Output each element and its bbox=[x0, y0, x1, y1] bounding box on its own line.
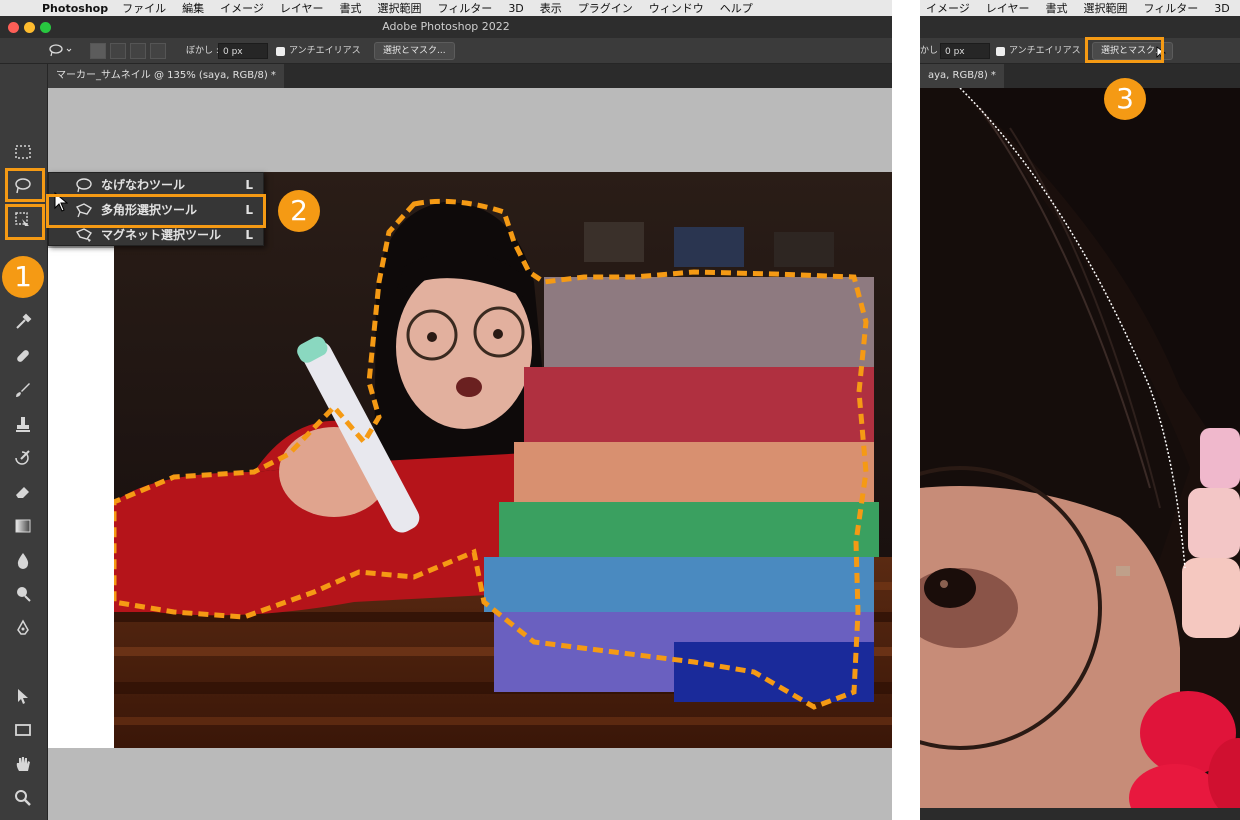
feather-input[interactable]: 0 px bbox=[218, 43, 268, 59]
dodge-tool-icon[interactable] bbox=[12, 584, 34, 606]
mac-menubar-right: イメージ レイヤー 書式 選択範囲 フィルター 3D 表示 bbox=[920, 0, 1240, 16]
menu-layer[interactable]: レイヤー bbox=[280, 0, 324, 16]
history-brush-tool-icon[interactable] bbox=[12, 448, 34, 470]
type-tool-icon[interactable] bbox=[12, 652, 34, 674]
zoom-window-button[interactable] bbox=[40, 22, 51, 33]
highlight-select-and-mask bbox=[1085, 37, 1164, 63]
zoomed-face-image bbox=[920, 88, 1240, 808]
menu-file[interactable]: ファイル bbox=[122, 0, 166, 16]
feather-input[interactable]: 0 px bbox=[940, 43, 990, 59]
eraser-tool-icon[interactable] bbox=[12, 482, 34, 504]
minimize-window-button[interactable] bbox=[24, 22, 35, 33]
menu-3d[interactable]: 3D bbox=[1214, 2, 1229, 15]
menu-window[interactable]: ウィンドウ bbox=[649, 0, 704, 16]
lasso-icon bbox=[49, 44, 72, 57]
document-white-margin bbox=[48, 248, 114, 748]
antialias-label: アンチエイリアス bbox=[1009, 46, 1081, 56]
new-selection-icon[interactable] bbox=[90, 43, 106, 59]
menu-select[interactable]: 選択範囲 bbox=[378, 0, 422, 16]
menu-filter[interactable]: フィルター bbox=[1143, 0, 1198, 16]
photoshop-window-left: Photoshop ファイル 編集 イメージ レイヤー 書式 選択範囲 フィルタ… bbox=[0, 0, 892, 820]
lasso-icon bbox=[76, 178, 92, 193]
antialias-label: アンチエイリアス bbox=[289, 46, 361, 56]
highlight-lasso-group-tool bbox=[5, 204, 45, 240]
antialias-checkbox[interactable] bbox=[276, 47, 285, 56]
menu-plugins[interactable]: プラグイン bbox=[578, 0, 633, 16]
menu-edit[interactable]: 編集 bbox=[182, 0, 204, 16]
app-menu[interactable]: Photoshop bbox=[42, 2, 108, 15]
menu-filter[interactable]: フィルター bbox=[438, 0, 493, 16]
document-tab[interactable]: マーカー_サムネイル @ 135% (saya, RGB/8) * bbox=[48, 64, 284, 88]
step-badge-1: 1 bbox=[2, 256, 44, 298]
menu-help[interactable]: ヘルプ bbox=[720, 0, 753, 16]
menu-3d[interactable]: 3D bbox=[508, 2, 523, 15]
antialias-checkbox[interactable] bbox=[996, 47, 1005, 56]
menu-type[interactable]: 書式 bbox=[1045, 0, 1067, 16]
subtract-from-selection-icon[interactable] bbox=[130, 43, 146, 59]
menu-type[interactable]: 書式 bbox=[340, 0, 362, 16]
pen-tool-icon[interactable] bbox=[12, 618, 34, 640]
document-tabbar: マーカー_サムネイル @ 135% (saya, RGB/8) * bbox=[0, 64, 892, 88]
highlight-polygonal-lasso-item bbox=[46, 194, 266, 228]
feather-label: ぼかし : bbox=[186, 46, 219, 56]
blur-tool-icon[interactable] bbox=[12, 550, 34, 572]
window-titlebar: Adobe Photoshop 2022 bbox=[0, 16, 892, 38]
rectangle-tool-icon[interactable] bbox=[12, 720, 34, 742]
home-icon[interactable] bbox=[14, 43, 30, 59]
menu-image[interactable]: イメージ bbox=[220, 0, 264, 16]
photoshop-window-right: イメージ レイヤー 書式 選択範囲 フィルター 3D 表示 かし : 0 px … bbox=[920, 0, 1240, 820]
clone-stamp-tool-icon[interactable] bbox=[12, 414, 34, 436]
step-badge-3: 3 bbox=[1104, 78, 1146, 120]
document-photo[interactable] bbox=[114, 172, 892, 748]
options-bar-right: かし : 0 px アンチエイリアス 選択とマスク... bbox=[920, 38, 1240, 64]
options-bar: ぼかし : 0 px アンチエイリアス 選択とマスク... bbox=[0, 38, 892, 64]
document-tabbar-right: aya, RGB/8) * bbox=[920, 64, 1240, 88]
window-title: Adobe Photoshop 2022 bbox=[382, 20, 510, 33]
hand-tool-icon[interactable] bbox=[12, 754, 34, 776]
menu-image[interactable]: イメージ bbox=[926, 0, 970, 16]
zoom-tool-icon[interactable] bbox=[12, 788, 34, 810]
marker-photo-image bbox=[114, 172, 892, 748]
lasso-preset-picker[interactable] bbox=[48, 43, 76, 59]
move-tool-icon[interactable] bbox=[12, 108, 34, 130]
eyedropper-tool-icon[interactable] bbox=[12, 312, 34, 334]
marquee-tool-icon[interactable] bbox=[12, 142, 34, 164]
select-and-mask-button[interactable]: 選択とマスク... bbox=[374, 42, 455, 60]
menu-select[interactable]: 選択範囲 bbox=[1083, 0, 1127, 16]
step-badge-2: 2 bbox=[278, 190, 320, 232]
collapse-panel-icon[interactable] bbox=[4, 66, 26, 88]
healing-brush-tool-icon[interactable] bbox=[12, 346, 34, 368]
highlight-lasso-tool bbox=[5, 168, 45, 202]
add-to-selection-icon[interactable] bbox=[110, 43, 126, 59]
zoomed-document-photo[interactable] bbox=[920, 88, 1240, 808]
menu-layer[interactable]: レイヤー bbox=[986, 0, 1030, 16]
menu-view[interactable]: 表示 bbox=[540, 0, 562, 16]
close-window-button[interactable] bbox=[8, 22, 19, 33]
intersect-selection-icon[interactable] bbox=[150, 43, 166, 59]
window-titlebar-right bbox=[920, 16, 1240, 38]
magnetic-lasso-icon bbox=[75, 228, 92, 242]
path-selection-tool-icon[interactable] bbox=[12, 686, 34, 708]
brush-tool-icon[interactable] bbox=[12, 380, 34, 402]
mac-menubar: Photoshop ファイル 編集 イメージ レイヤー 書式 選択範囲 フィルタ… bbox=[0, 0, 892, 16]
status-bar bbox=[920, 808, 1240, 820]
document-tab[interactable]: aya, RGB/8) * bbox=[920, 64, 1004, 88]
gradient-tool-icon[interactable] bbox=[12, 516, 34, 538]
